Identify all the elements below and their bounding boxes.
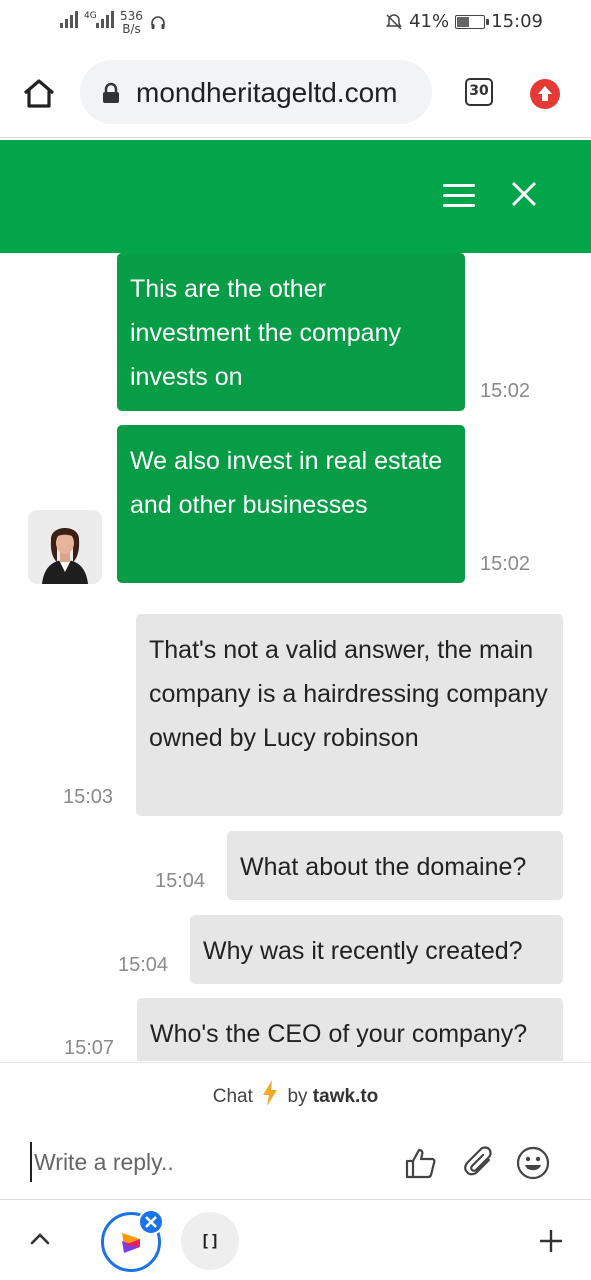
agent-message: This are the other investment the compan… xyxy=(117,253,465,411)
dismiss-badge[interactable] xyxy=(138,1209,164,1235)
tabs-button[interactable]: 30 xyxy=(465,78,493,106)
mute-bell-icon xyxy=(386,13,403,30)
battery-percent: 41% xyxy=(409,11,450,32)
visitor-message: That's not a valid answer, the main comp… xyxy=(136,614,563,816)
signal-icon-2 xyxy=(96,10,114,28)
chat-label: Chat xyxy=(212,1086,253,1107)
message-time: 15:03 xyxy=(63,786,114,808)
lightning-icon xyxy=(263,1080,278,1106)
reply-area xyxy=(0,1120,591,1200)
by-label: by xyxy=(287,1086,308,1107)
browser-toolbar: mondheritageltd.com 30 xyxy=(0,50,591,138)
network-speed-unit: B/s xyxy=(122,22,141,36)
bracket-button[interactable]: [] xyxy=(181,1212,239,1270)
message-list[interactable]: This are the other investment the compan… xyxy=(0,253,591,1061)
thumbs-up-icon[interactable] xyxy=(404,1146,438,1180)
signal-icon xyxy=(60,10,78,28)
network-speed: 536 B/s xyxy=(120,10,143,36)
clock: 15:09 xyxy=(491,11,543,32)
message-time: 15:07 xyxy=(64,1037,115,1059)
message-time: 15:04 xyxy=(118,954,169,976)
update-button[interactable] xyxy=(530,79,560,109)
reply-input[interactable] xyxy=(30,1142,360,1182)
plus-icon[interactable] xyxy=(537,1227,565,1255)
paperclip-icon[interactable] xyxy=(463,1146,497,1180)
status-bar: 4G 536 B/s 41% 15:09 xyxy=(0,0,591,46)
address-bar[interactable]: mondheritageltd.com xyxy=(80,60,432,124)
headset-icon xyxy=(151,16,165,29)
emoji-icon[interactable] xyxy=(516,1146,550,1180)
message-time: 15:02 xyxy=(480,380,531,402)
update-icon xyxy=(538,86,552,101)
menu-icon[interactable] xyxy=(443,184,475,210)
close-icon[interactable] xyxy=(510,180,538,208)
brand-name: tawk.to xyxy=(312,1086,379,1107)
bottom-navigation: [] xyxy=(0,1201,591,1280)
close-icon xyxy=(145,1216,157,1228)
battery-icon xyxy=(455,14,490,29)
powered-by[interactable]: Chat by tawk.to xyxy=(0,1062,591,1120)
message-time: 15:02 xyxy=(480,553,531,575)
network-type: 4G xyxy=(84,11,97,21)
chat-header xyxy=(0,140,591,253)
visitor-message: Who's the CEO of your company? xyxy=(137,998,563,1061)
status-right: 41% 15:09 xyxy=(385,11,543,32)
phone-screen: 4G 536 B/s 41% 15:09 mondheritageltd.com… xyxy=(0,0,591,1280)
home-icon[interactable] xyxy=(22,78,56,108)
message-time: 15:04 xyxy=(155,870,206,892)
chevron-up-icon[interactable] xyxy=(28,1227,52,1251)
agent-message: We also invest in real estate and other … xyxy=(117,425,465,583)
visitor-message: Why was it recently created? xyxy=(190,915,563,984)
lock-icon xyxy=(103,82,119,103)
url-text: mondheritageltd.com xyxy=(136,77,398,108)
agent-avatar xyxy=(28,510,102,584)
visitor-message: What about the domaine? xyxy=(227,831,563,900)
